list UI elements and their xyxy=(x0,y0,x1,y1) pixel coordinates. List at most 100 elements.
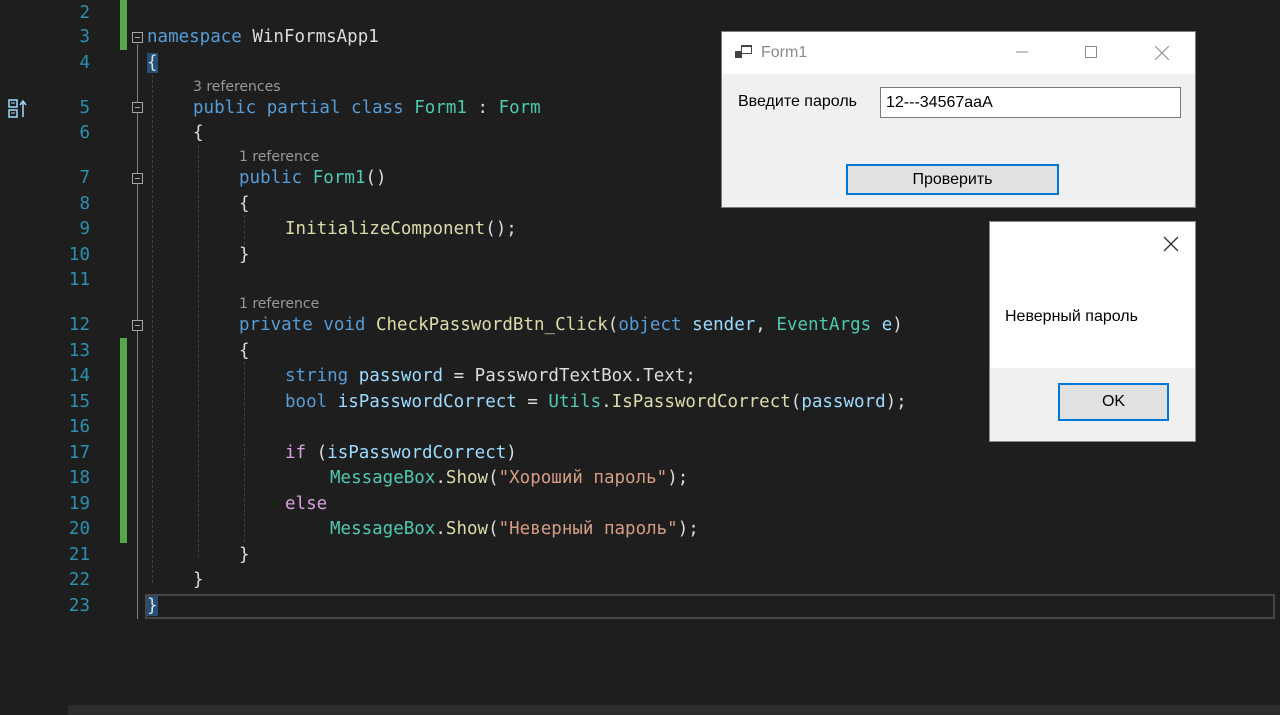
parameter: sender xyxy=(681,315,756,335)
string: "Хороший пароль" xyxy=(498,468,668,488)
keyword: public partial class xyxy=(193,98,415,118)
keyword: string xyxy=(285,366,359,386)
code-line: 17 xyxy=(0,441,1280,466)
line-number: 6 xyxy=(79,123,90,143)
close-icon[interactable] xyxy=(1160,233,1182,255)
line-number: 3 xyxy=(79,27,90,47)
code-line-14[interactable]: string password = PasswordTextBox.Text; xyxy=(285,364,696,389)
status-strip xyxy=(0,705,1280,715)
punct: . xyxy=(435,519,446,539)
code-line-19[interactable]: else xyxy=(285,492,327,517)
keyword: private void xyxy=(239,315,376,335)
app-icon xyxy=(735,45,752,58)
line-number: 10 xyxy=(68,245,90,265)
message-text: Неверный пароль xyxy=(1005,308,1138,325)
parameter: e xyxy=(871,315,893,335)
ok-button[interactable]: OK xyxy=(1058,383,1169,421)
punct: ( xyxy=(607,315,619,335)
code-line-17[interactable]: if (isPasswordCorrect) xyxy=(285,441,517,466)
punct: ; xyxy=(685,366,696,386)
code-ctor-decl[interactable]: public Form1() xyxy=(239,166,387,191)
code-brace[interactable]: } xyxy=(193,568,204,593)
line-number: 2 xyxy=(79,3,90,23)
line-number: 7 xyxy=(79,168,90,188)
type: Form xyxy=(498,98,541,118)
line-number: 11 xyxy=(68,270,90,290)
method: CheckPasswordBtn_Click xyxy=(375,315,608,335)
control-keyword: else xyxy=(285,494,328,514)
line-number: 8 xyxy=(79,194,90,214)
brace-match: { xyxy=(147,53,158,73)
maximize-button[interactable] xyxy=(1068,32,1114,74)
password-input[interactable] xyxy=(880,87,1181,118)
maximize-icon xyxy=(1085,46,1097,58)
line-number: 20 xyxy=(68,519,90,539)
code-line: 21 xyxy=(0,543,1280,568)
method: InitializeComponent xyxy=(285,219,486,239)
line-number: 14 xyxy=(68,366,90,386)
punct: . xyxy=(435,468,446,488)
code-line: 2 xyxy=(0,1,1280,26)
codelens-references[interactable]: 1 reference xyxy=(239,295,319,313)
code-line: 22 xyxy=(0,568,1280,593)
punct: ); xyxy=(667,468,689,488)
punct: () xyxy=(365,168,387,188)
line-number: 4 xyxy=(79,53,90,73)
code-open-brace[interactable]: { xyxy=(147,51,158,76)
form1-window[interactable]: Form1 Введите пароль Проверить xyxy=(721,31,1196,208)
form1-titlebar[interactable]: Form1 xyxy=(722,32,1195,74)
check-password-button[interactable]: Проверить xyxy=(846,164,1059,195)
message-box-content: Неверный пароль xyxy=(990,222,1195,368)
code-method-decl[interactable]: private void CheckPasswordBtn_Click(obje… xyxy=(239,313,903,338)
line-number: 19 xyxy=(68,494,90,514)
line-number: 22 xyxy=(68,570,90,590)
message-box[interactable]: Неверный пароль OK xyxy=(989,221,1196,442)
punct: . xyxy=(601,392,612,412)
code-brace[interactable]: { xyxy=(239,339,250,364)
type: Form1 xyxy=(312,168,366,188)
line-number: 21 xyxy=(68,545,90,565)
close-button[interactable] xyxy=(1138,32,1184,74)
punct: } xyxy=(239,245,250,265)
keyword: bool xyxy=(285,392,338,412)
punct: ( xyxy=(790,392,802,412)
variable: password xyxy=(801,392,886,412)
punct: ( xyxy=(488,468,499,488)
password-label: Введите пароль xyxy=(738,93,857,110)
codelens-references[interactable]: 1 reference xyxy=(239,148,319,166)
line-number: 15 xyxy=(68,392,90,412)
code-class-decl[interactable]: public partial class Form1 : Form xyxy=(193,96,541,121)
punct: ) xyxy=(506,443,517,463)
code-namespace[interactable]: namespace WinFormsApp1 xyxy=(147,25,379,50)
status-strip-left xyxy=(0,705,68,715)
line-number: 18 xyxy=(68,468,90,488)
punct: = xyxy=(443,366,475,386)
punct: { xyxy=(239,341,250,361)
code-brace[interactable]: } xyxy=(239,243,250,268)
close-icon xyxy=(1155,46,1169,60)
punct: (); xyxy=(485,219,517,239)
code-close-brace[interactable]: } xyxy=(147,594,158,619)
brace-match: } xyxy=(147,596,158,616)
code-line-18[interactable]: MessageBox.Show("Хороший пароль"); xyxy=(330,466,688,491)
line-number: 9 xyxy=(79,219,90,239)
line-number: 17 xyxy=(68,443,90,463)
punct: : xyxy=(466,98,499,118)
variable: password xyxy=(358,366,444,386)
code-line-15[interactable]: bool isPasswordCorrect = Utils.IsPasswor… xyxy=(285,390,907,415)
minimize-button[interactable] xyxy=(999,32,1045,74)
type: Utils xyxy=(548,392,602,412)
identifier: PasswordTextBox xyxy=(474,366,633,386)
punct: { xyxy=(193,123,204,143)
code-brace[interactable]: { xyxy=(239,192,250,217)
code-brace[interactable]: } xyxy=(239,543,250,568)
punct: = xyxy=(516,392,549,412)
code-line-20[interactable]: MessageBox.Show("Неверный пароль"); xyxy=(330,517,699,542)
keyword: namespace xyxy=(147,27,242,47)
code-brace[interactable]: { xyxy=(193,121,204,146)
codelens-references[interactable]: 3 references xyxy=(193,78,281,96)
punct: ( xyxy=(306,443,328,463)
code-init-call[interactable]: InitializeComponent(); xyxy=(285,217,517,242)
punct: ); xyxy=(677,519,699,539)
string: "Неверный пароль" xyxy=(498,519,678,539)
